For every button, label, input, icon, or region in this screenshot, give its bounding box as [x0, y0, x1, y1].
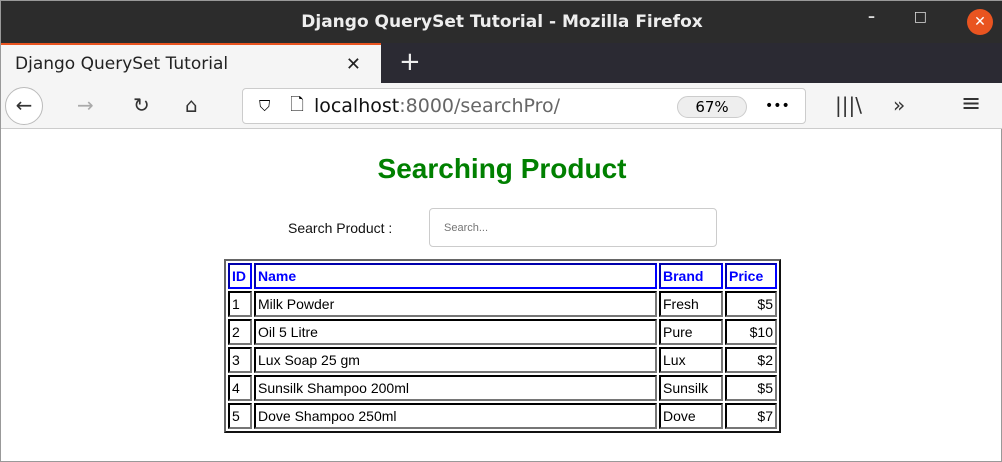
url-host: localhost [313, 95, 400, 117]
url-bar[interactable]: ⛉ 🗋 localhost:8000/searchPro/ 67% ••• [242, 88, 806, 124]
cell-name: Oil 5 Litre [254, 319, 657, 345]
header-price: Price [725, 263, 777, 289]
search-input[interactable] [429, 208, 717, 247]
cell-id: 4 [228, 375, 252, 401]
table-header-row: ID Name Brand Price [228, 263, 777, 289]
minimize-button[interactable]: – [868, 9, 875, 25]
window-titlebar: Django QuerySet Tutorial - Mozilla Firef… [1, 1, 1002, 43]
product-table: ID Name Brand Price 1 Milk Powder Fresh $5 2… [224, 259, 781, 433]
cell-price: $2 [725, 347, 777, 373]
cell-brand: Sunsilk [659, 375, 723, 401]
table-row: 3 Lux Soap 25 gm Lux $2 [228, 347, 777, 373]
maximize-button[interactable]: □ [914, 9, 927, 25]
new-tab-button[interactable]: + [399, 47, 421, 77]
cell-id: 3 [228, 347, 252, 373]
cell-price: $5 [725, 375, 777, 401]
cell-brand: Dove [659, 403, 723, 429]
cell-id: 5 [228, 403, 252, 429]
page-icon: 🗋 [290, 94, 304, 115]
menu-icon[interactable]: ≡ [961, 89, 981, 117]
table-row: 4 Sunsilk Shampoo 200ml Sunsilk $5 [228, 375, 777, 401]
cell-price: $10 [725, 319, 777, 345]
search-label: Search Product : [288, 220, 393, 236]
cell-name: Dove Shampoo 250ml [254, 403, 657, 429]
zoom-level-button[interactable]: 67% [677, 96, 747, 118]
cell-id: 1 [228, 291, 252, 317]
url-path: :8000/searchPro/ [399, 95, 561, 117]
tab-active[interactable]: Django QuerySet Tutorial ✕ [1, 43, 381, 83]
tab-label: Django QuerySet Tutorial [15, 54, 229, 74]
page-title: Searching Product [377, 153, 627, 184]
cell-brand: Fresh [659, 291, 723, 317]
cell-price: $5 [725, 291, 777, 317]
library-icon[interactable]: |||\ [835, 93, 862, 117]
nav-toolbar: ← → ↻ ⌂ ⛉ 🗋 localhost:8000/searchPro/ 67… [1, 83, 1002, 129]
more-actions-icon[interactable]: ••• [765, 98, 790, 114]
reload-button[interactable]: ↻ [133, 93, 150, 117]
overflow-icon[interactable]: » [893, 93, 905, 117]
table-row: 2 Oil 5 Litre Pure $10 [228, 319, 777, 345]
header-brand: Brand [659, 263, 723, 289]
tab-bar: Django QuerySet Tutorial ✕ + [1, 43, 1002, 83]
shield-icon[interactable]: ⛉ [259, 97, 270, 115]
cell-name: Sunsilk Shampoo 200ml [254, 375, 657, 401]
back-button[interactable]: ← [5, 87, 43, 125]
forward-button[interactable]: → [77, 93, 94, 117]
window-title: Django QuerySet Tutorial - Mozilla Firef… [301, 12, 703, 32]
cell-brand: Pure [659, 319, 723, 345]
home-button[interactable]: ⌂ [185, 93, 198, 117]
cell-price: $7 [725, 403, 777, 429]
close-tab-icon[interactable]: ✕ [346, 54, 361, 75]
header-id: ID [228, 263, 252, 289]
cell-id: 2 [228, 319, 252, 345]
header-name: Name [254, 263, 657, 289]
table-row: 1 Milk Powder Fresh $5 [228, 291, 777, 317]
cell-name: Lux Soap 25 gm [254, 347, 657, 373]
cell-brand: Lux [659, 347, 723, 373]
cell-name: Milk Powder [254, 291, 657, 317]
close-window-button[interactable]: ✕ [967, 9, 993, 35]
table-row: 5 Dove Shampoo 250ml Dove $7 [228, 403, 777, 429]
